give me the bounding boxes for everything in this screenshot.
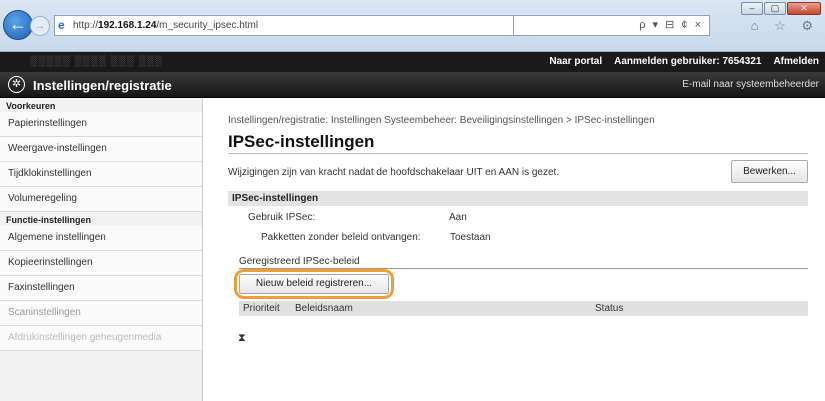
packets-label: Pakketten zonder beleid ontvangen:	[261, 232, 421, 243]
sidebar-item-paper[interactable]: Papierinstellingen	[0, 112, 202, 137]
portal-link[interactable]: Naar portal	[549, 56, 602, 67]
sidebar-heading-functions: Functie-instellingen	[6, 215, 92, 225]
ie-page-icon: e	[58, 18, 65, 32]
forward-arrow-icon[interactable]: →	[30, 16, 50, 36]
sidebar-heading-preferences: Voorkeuren	[6, 101, 56, 111]
back-arrow-icon[interactable]: ←	[3, 10, 33, 40]
sidebar: Voorkeuren Papierinstellingen Weergave-i…	[0, 98, 203, 401]
app-header: ✲ Instellingen/registratie E-mail naar s…	[0, 72, 825, 98]
sidebar-item-media-print[interactable]: Afdrukinstellingen geheugenmedia	[0, 326, 202, 351]
mail-admin-link[interactable]: E-mail naar systeembeheerder	[682, 79, 819, 90]
registered-policies-heading: Geregistreerd IPSec-beleid	[239, 256, 360, 267]
packets-value: Toestaan	[450, 232, 491, 243]
breadcrumb: Instellingen/registratie: Instellingen S…	[228, 115, 655, 126]
section-title-ipsec: IPSec-instellingen	[228, 191, 808, 206]
top-bar: ░░░░░ ░░░░ ░░░ ░░░ Naar portal Aanmelden…	[0, 52, 825, 72]
restart-notice: Wijzigingen zijn van kracht nadat de hoo…	[228, 167, 560, 178]
url-host: 192.168.1.24	[98, 20, 157, 31]
register-policy-button[interactable]: Nieuw beleid registreren...	[239, 274, 389, 294]
device-name: ░░░░░ ░░░░ ░░░ ░░░	[30, 56, 163, 67]
policy-table-header: Prioriteit Beleidsnaam Status	[239, 301, 808, 316]
sidebar-item-volume[interactable]: Volumeregeling	[0, 187, 202, 212]
toolbar-icons[interactable]: ⌂ ☆ ⚙	[751, 18, 819, 34]
sidebar-item-fax[interactable]: Faxinstellingen	[0, 276, 202, 301]
browser-chrome: ‒ ▢ ✕ ← → e http://192.168.1.24/m_securi…	[0, 0, 825, 52]
address-bar-actions[interactable]: ρ ▾ ⊟ ¢ ×	[514, 15, 710, 36]
login-user: Aanmelden gebruiker: 7654321	[614, 56, 761, 67]
url-path: /m_security_ipsec.html	[156, 20, 259, 31]
maximize-button[interactable]: ▢	[764, 2, 786, 15]
column-policy-name: Beleidsnaam	[295, 303, 353, 314]
close-button[interactable]: ✕	[787, 2, 821, 15]
login-label: Aanmelden gebruiker:	[614, 56, 720, 67]
user-id: 7654321	[722, 56, 762, 67]
scroll-to-top-icon[interactable]: ⧗	[238, 332, 246, 345]
title-divider	[228, 153, 808, 154]
use-ipsec-value: Aan	[449, 212, 467, 223]
sidebar-item-display[interactable]: Weergave-instellingen	[0, 137, 202, 162]
main-content: Instellingen/registratie: Instellingen S…	[218, 98, 818, 401]
settings-logo-icon: ✲	[8, 76, 25, 93]
sidebar-item-scan[interactable]: Scaninstellingen	[0, 301, 202, 326]
sidebar-item-general[interactable]: Algemene instellingen	[0, 226, 202, 251]
column-priority: Prioriteit	[243, 303, 280, 314]
minimize-button[interactable]: ‒	[741, 2, 763, 15]
page-title: IPSec-instellingen	[228, 132, 375, 151]
app-title: Instellingen/registratie	[33, 78, 172, 93]
use-ipsec-label: Gebruik IPSec:	[248, 212, 316, 223]
edit-button[interactable]: Bewerken...	[731, 160, 808, 183]
sidebar-item-timer[interactable]: Tijdklokinstellingen	[0, 162, 202, 187]
sidebar-item-copy[interactable]: Kopieerinstellingen	[0, 251, 202, 276]
url-prefix: http://	[73, 20, 99, 31]
logout-link[interactable]: Afmelden	[773, 56, 819, 67]
window-controls: ‒ ▢ ✕	[741, 2, 821, 15]
address-bar[interactable]: e http://192.168.1.24/m_security_ipsec.h…	[54, 15, 514, 36]
column-status: Status	[595, 303, 624, 314]
